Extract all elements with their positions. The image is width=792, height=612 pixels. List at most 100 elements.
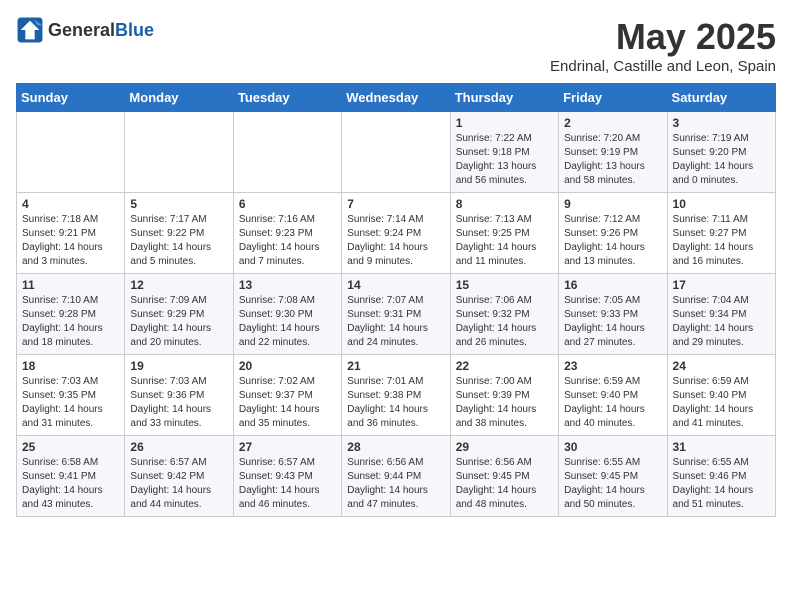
day-info: Sunrise: 6:57 AMSunset: 9:42 PMDaylight:… xyxy=(130,456,227,512)
calendar-header: SundayMondayTuesdayWednesdayThursdayFrid… xyxy=(17,84,776,112)
logo-text: GeneralBlue xyxy=(48,20,154,41)
day-info: Sunrise: 7:00 AMSunset: 9:39 PMDaylight:… xyxy=(456,375,553,431)
calendar-cell: 23Sunrise: 6:59 AMSunset: 9:40 PMDayligh… xyxy=(559,355,667,436)
day-info: Sunrise: 7:03 AMSunset: 9:36 PMDaylight:… xyxy=(130,375,227,431)
day-info: Sunrise: 7:14 AMSunset: 9:24 PMDaylight:… xyxy=(347,213,444,269)
logo-icon xyxy=(16,16,44,44)
weekday-header: Monday xyxy=(125,84,233,112)
day-number: 25 xyxy=(22,440,119,454)
header: GeneralBlue May 2025 Endrinal, Castille … xyxy=(16,16,776,75)
day-number: 3 xyxy=(673,116,770,130)
calendar-body: 1Sunrise: 7:22 AMSunset: 9:18 PMDaylight… xyxy=(17,112,776,517)
day-info: Sunrise: 7:18 AMSunset: 9:21 PMDaylight:… xyxy=(22,213,119,269)
day-number: 20 xyxy=(239,359,336,373)
day-number: 19 xyxy=(130,359,227,373)
day-info: Sunrise: 7:16 AMSunset: 9:23 PMDaylight:… xyxy=(239,213,336,269)
day-info: Sunrise: 7:05 AMSunset: 9:33 PMDaylight:… xyxy=(564,294,661,350)
day-number: 26 xyxy=(130,440,227,454)
calendar-cell: 12 Sunrise: 7:09 AMSunset: 9:29 PMDayligh… xyxy=(125,274,233,355)
day-number: 4 xyxy=(22,197,119,211)
calendar-cell: 6 Sunrise: 7:16 AMSunset: 9:23 PMDaylight… xyxy=(233,193,341,274)
day-number: 15 xyxy=(456,278,553,292)
day-number: 6 xyxy=(239,197,336,211)
day-number: 8 xyxy=(456,197,553,211)
day-number: 24 xyxy=(673,359,770,373)
weekday-header: Friday xyxy=(559,84,667,112)
logo-blue: Blue xyxy=(115,20,154,40)
day-number: 13 xyxy=(239,278,336,292)
calendar-cell: 21 Sunrise: 7:01 AMSunset: 9:38 PMDayligh… xyxy=(342,355,450,436)
calendar-cell: 13 Sunrise: 7:08 AMSunset: 9:30 PMDayligh… xyxy=(233,274,341,355)
calendar-week-row: 11 Sunrise: 7:10 AMSunset: 9:28 PMDayligh… xyxy=(17,274,776,355)
calendar-week-row: 4 Sunrise: 7:18 AMSunset: 9:21 PMDaylight… xyxy=(17,193,776,274)
calendar-week-row: 18Sunrise: 7:03 AMSunset: 9:35 PMDayligh… xyxy=(17,355,776,436)
calendar-cell: 24 Sunrise: 6:59 AMSunset: 9:40 PMDayligh… xyxy=(667,355,775,436)
day-info: Sunrise: 7:01 AMSunset: 9:38 PMDaylight:… xyxy=(347,375,444,431)
calendar-cell: 20 Sunrise: 7:02 AMSunset: 9:37 PMDayligh… xyxy=(233,355,341,436)
title-area: May 2025 Endrinal, Castille and Leon, Sp… xyxy=(550,16,776,75)
day-info: Sunrise: 7:02 AMSunset: 9:37 PMDaylight:… xyxy=(239,375,336,431)
calendar-cell: 2 Sunrise: 7:20 AMSunset: 9:19 PMDaylight… xyxy=(559,112,667,193)
day-number: 17 xyxy=(673,278,770,292)
calendar-cell xyxy=(342,112,450,193)
calendar-cell: 19 Sunrise: 7:03 AMSunset: 9:36 PMDayligh… xyxy=(125,355,233,436)
weekday-header: Tuesday xyxy=(233,84,341,112)
weekday-header: Wednesday xyxy=(342,84,450,112)
calendar-cell: 4 Sunrise: 7:18 AMSunset: 9:21 PMDaylight… xyxy=(17,193,125,274)
day-number: 16 xyxy=(564,278,661,292)
calendar-week-row: 1Sunrise: 7:22 AMSunset: 9:18 PMDaylight… xyxy=(17,112,776,193)
calendar-cell: 26 Sunrise: 6:57 AMSunset: 9:42 PMDayligh… xyxy=(125,436,233,517)
day-number: 2 xyxy=(564,116,661,130)
day-number: 10 xyxy=(673,197,770,211)
calendar-table: SundayMondayTuesdayWednesdayThursdayFrid… xyxy=(16,83,776,517)
day-number: 12 xyxy=(130,278,227,292)
calendar-cell: 11 Sunrise: 7:10 AMSunset: 9:28 PMDayligh… xyxy=(17,274,125,355)
day-number: 18 xyxy=(22,359,119,373)
day-info: Sunrise: 7:20 AMSunset: 9:19 PMDaylight:… xyxy=(564,132,661,188)
day-info: Sunrise: 7:22 AMSunset: 9:18 PMDaylight:… xyxy=(456,132,553,188)
day-info: Sunrise: 7:09 AMSunset: 9:29 PMDaylight:… xyxy=(130,294,227,350)
calendar-cell: 8Sunrise: 7:13 AMSunset: 9:25 PMDaylight… xyxy=(450,193,558,274)
calendar-cell: 25 Sunrise: 6:58 AMSunset: 9:41 PMDayligh… xyxy=(17,436,125,517)
calendar-cell: 16 Sunrise: 7:05 AMSunset: 9:33 PMDayligh… xyxy=(559,274,667,355)
calendar-cell: 1Sunrise: 7:22 AMSunset: 9:18 PMDaylight… xyxy=(450,112,558,193)
day-info: Sunrise: 6:55 AMSunset: 9:45 PMDaylight:… xyxy=(564,456,661,512)
calendar-cell: 5Sunrise: 7:17 AMSunset: 9:22 PMDaylight… xyxy=(125,193,233,274)
logo: GeneralBlue xyxy=(16,16,154,44)
weekday-header: Thursday xyxy=(450,84,558,112)
calendar-cell xyxy=(233,112,341,193)
calendar-cell: 17Sunrise: 7:04 AMSunset: 9:34 PMDayligh… xyxy=(667,274,775,355)
day-info: Sunrise: 7:08 AMSunset: 9:30 PMDaylight:… xyxy=(239,294,336,350)
day-info: Sunrise: 6:58 AMSunset: 9:41 PMDaylight:… xyxy=(22,456,119,512)
day-info: Sunrise: 6:56 AMSunset: 9:44 PMDaylight:… xyxy=(347,456,444,512)
day-info: Sunrise: 6:56 AMSunset: 9:45 PMDaylight:… xyxy=(456,456,553,512)
day-number: 7 xyxy=(347,197,444,211)
day-number: 29 xyxy=(456,440,553,454)
calendar-cell: 18Sunrise: 7:03 AMSunset: 9:35 PMDayligh… xyxy=(17,355,125,436)
calendar-cell: 3 Sunrise: 7:19 AMSunset: 9:20 PMDaylight… xyxy=(667,112,775,193)
calendar-cell: 9Sunrise: 7:12 AMSunset: 9:26 PMDaylight… xyxy=(559,193,667,274)
calendar-cell: 10Sunrise: 7:11 AMSunset: 9:27 PMDayligh… xyxy=(667,193,775,274)
day-number: 21 xyxy=(347,359,444,373)
calendar-cell: 22Sunrise: 7:00 AMSunset: 9:39 PMDayligh… xyxy=(450,355,558,436)
calendar-cell xyxy=(125,112,233,193)
day-info: Sunrise: 7:10 AMSunset: 9:28 PMDaylight:… xyxy=(22,294,119,350)
day-number: 14 xyxy=(347,278,444,292)
main-title: May 2025 xyxy=(550,16,776,58)
day-info: Sunrise: 6:57 AMSunset: 9:43 PMDaylight:… xyxy=(239,456,336,512)
logo-general: General xyxy=(48,20,115,40)
day-info: Sunrise: 6:59 AMSunset: 9:40 PMDaylight:… xyxy=(673,375,770,431)
day-info: Sunrise: 7:12 AMSunset: 9:26 PMDaylight:… xyxy=(564,213,661,269)
calendar-cell: 29 Sunrise: 6:56 AMSunset: 9:45 PMDayligh… xyxy=(450,436,558,517)
subtitle: Endrinal, Castille and Leon, Spain xyxy=(550,58,776,75)
day-info: Sunrise: 7:19 AMSunset: 9:20 PMDaylight:… xyxy=(673,132,770,188)
day-number: 28 xyxy=(347,440,444,454)
day-info: Sunrise: 7:17 AMSunset: 9:22 PMDaylight:… xyxy=(130,213,227,269)
calendar-cell xyxy=(17,112,125,193)
calendar-cell: 28 Sunrise: 6:56 AMSunset: 9:44 PMDayligh… xyxy=(342,436,450,517)
calendar-week-row: 25 Sunrise: 6:58 AMSunset: 9:41 PMDayligh… xyxy=(17,436,776,517)
day-number: 11 xyxy=(22,278,119,292)
calendar-cell: 31Sunrise: 6:55 AMSunset: 9:46 PMDayligh… xyxy=(667,436,775,517)
calendar-cell: 15Sunrise: 7:06 AMSunset: 9:32 PMDayligh… xyxy=(450,274,558,355)
calendar-cell: 30Sunrise: 6:55 AMSunset: 9:45 PMDayligh… xyxy=(559,436,667,517)
